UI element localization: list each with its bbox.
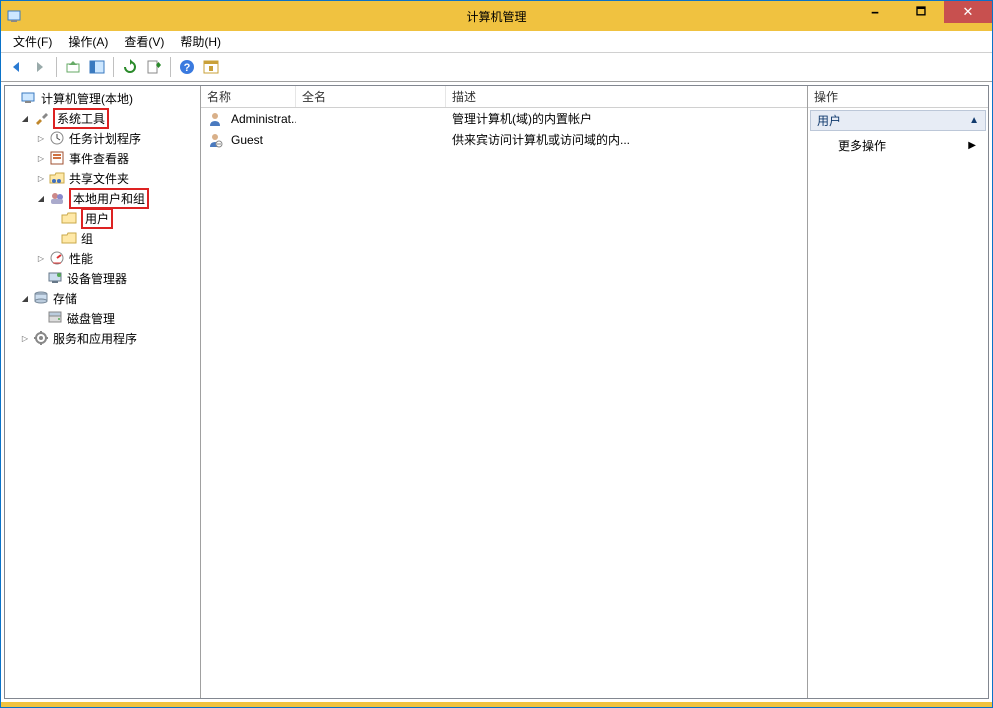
tree-system-tools[interactable]: 系统工具 <box>53 108 109 129</box>
user-icon <box>207 111 223 127</box>
back-button[interactable] <box>5 56 27 78</box>
expand-toggle[interactable] <box>35 172 47 184</box>
tools-icon <box>33 110 49 126</box>
performance-icon <box>49 250 65 266</box>
expand-toggle[interactable] <box>35 152 47 164</box>
tree-device-manager[interactable]: 设备管理器 <box>67 270 127 287</box>
storage-icon <box>33 290 49 306</box>
actions-section-label: 用户 <box>817 112 841 129</box>
maximize-button[interactable]: 🗖 <box>898 1 944 23</box>
nav-tree[interactable]: 计算机管理(本地) 系统工具 <box>5 88 200 348</box>
event-viewer-icon <box>49 150 65 166</box>
computer-icon <box>21 90 37 106</box>
export-button[interactable] <box>143 56 165 78</box>
up-button[interactable] <box>62 56 84 78</box>
workspace: 计算机管理(本地) 系统工具 <box>4 85 989 699</box>
folder-icon <box>61 230 77 246</box>
actions-pane: 操作 用户 ▲ 更多操作 ▶ <box>808 86 988 698</box>
show-pane-button[interactable] <box>86 56 108 78</box>
toolbar-separator <box>56 57 57 77</box>
tree-services-apps[interactable]: 服务和应用程序 <box>53 330 137 347</box>
svg-text:?: ? <box>184 62 191 74</box>
window-controls: 🗕 🗖 ✕ <box>852 1 992 23</box>
nav-tree-pane: 计算机管理(本地) 系统工具 <box>5 86 201 698</box>
user-desc: 供来宾访问计算机或访问域的内... <box>446 131 807 148</box>
user-icon <box>207 132 223 148</box>
col-description[interactable]: 描述 <box>446 86 807 107</box>
minimize-button[interactable]: 🗕 <box>852 1 898 23</box>
tree-task-scheduler[interactable]: 任务计划程序 <box>69 130 141 147</box>
col-fullname[interactable]: 全名 <box>296 86 446 107</box>
refresh-button[interactable] <box>119 56 141 78</box>
clock-icon <box>49 130 65 146</box>
folder-icon <box>61 210 77 226</box>
tree-groups[interactable]: 组 <box>81 230 93 247</box>
expand-toggle[interactable] <box>35 132 47 144</box>
user-desc: 管理计算机(域)的内置帐户 <box>446 110 807 127</box>
list-body: Administrat... 管理计算机(域)的内置帐户 Guest 供来宾访问… <box>201 108 807 150</box>
expand-toggle[interactable] <box>35 252 47 264</box>
users-groups-icon <box>49 190 65 206</box>
tree-root[interactable]: 计算机管理(本地) <box>41 90 133 107</box>
services-icon <box>33 330 49 346</box>
shared-folder-icon <box>49 170 65 186</box>
tree-event-viewer[interactable]: 事件查看器 <box>69 150 129 167</box>
toolbar-separator <box>113 57 114 77</box>
device-manager-icon <box>47 270 63 286</box>
menu-file[interactable]: 文件(F) <box>5 31 60 52</box>
tree-shared-folders[interactable]: 共享文件夹 <box>69 170 129 187</box>
list-row[interactable]: Administrat... 管理计算机(域)的内置帐户 <box>201 108 807 129</box>
toolbar: ? <box>1 53 992 82</box>
tree-users[interactable]: 用户 <box>81 208 113 229</box>
tree-local-users-groups[interactable]: 本地用户和组 <box>69 188 149 209</box>
list-header: 名称 全名 描述 <box>201 86 807 108</box>
tree-storage[interactable]: 存储 <box>53 290 77 307</box>
menu-help[interactable]: 帮助(H) <box>172 31 229 52</box>
disk-icon <box>47 310 63 326</box>
menubar: 文件(F) 操作(A) 查看(V) 帮助(H) <box>1 31 992 53</box>
expand-toggle[interactable] <box>19 112 31 124</box>
titlebar: 计算机管理 🗕 🗖 ✕ <box>1 1 992 31</box>
menu-view[interactable]: 查看(V) <box>116 31 172 52</box>
expand-toggle[interactable] <box>35 192 47 204</box>
actions-more-label: 更多操作 <box>838 137 886 154</box>
list-pane: 名称 全名 描述 Administrat... 管理计算机(域)的内置帐户 Gu… <box>201 86 808 698</box>
list-row[interactable]: Guest 供来宾访问计算机或访问域的内... <box>201 129 807 150</box>
toolbar-separator <box>170 57 171 77</box>
tree-disk-management[interactable]: 磁盘管理 <box>67 310 115 327</box>
actions-header: 操作 <box>808 86 988 108</box>
expand-toggle[interactable] <box>19 332 31 344</box>
collapse-icon: ▲ <box>969 115 979 126</box>
menu-action[interactable]: 操作(A) <box>60 31 116 52</box>
help-button[interactable]: ? <box>176 56 198 78</box>
actions-more[interactable]: 更多操作 ▶ <box>808 133 988 158</box>
window-title: 计算机管理 <box>1 8 992 25</box>
status-strip <box>1 702 992 707</box>
properties-button[interactable] <box>200 56 222 78</box>
chevron-right-icon: ▶ <box>968 140 976 151</box>
user-name: Guest <box>231 133 263 147</box>
col-name[interactable]: 名称 <box>201 86 296 107</box>
expand-toggle[interactable] <box>19 292 31 304</box>
tree-performance[interactable]: 性能 <box>69 250 93 267</box>
close-button[interactable]: ✕ <box>944 1 992 23</box>
actions-section[interactable]: 用户 ▲ <box>810 110 986 131</box>
forward-button[interactable] <box>29 56 51 78</box>
user-name: Administrat... <box>231 112 296 126</box>
